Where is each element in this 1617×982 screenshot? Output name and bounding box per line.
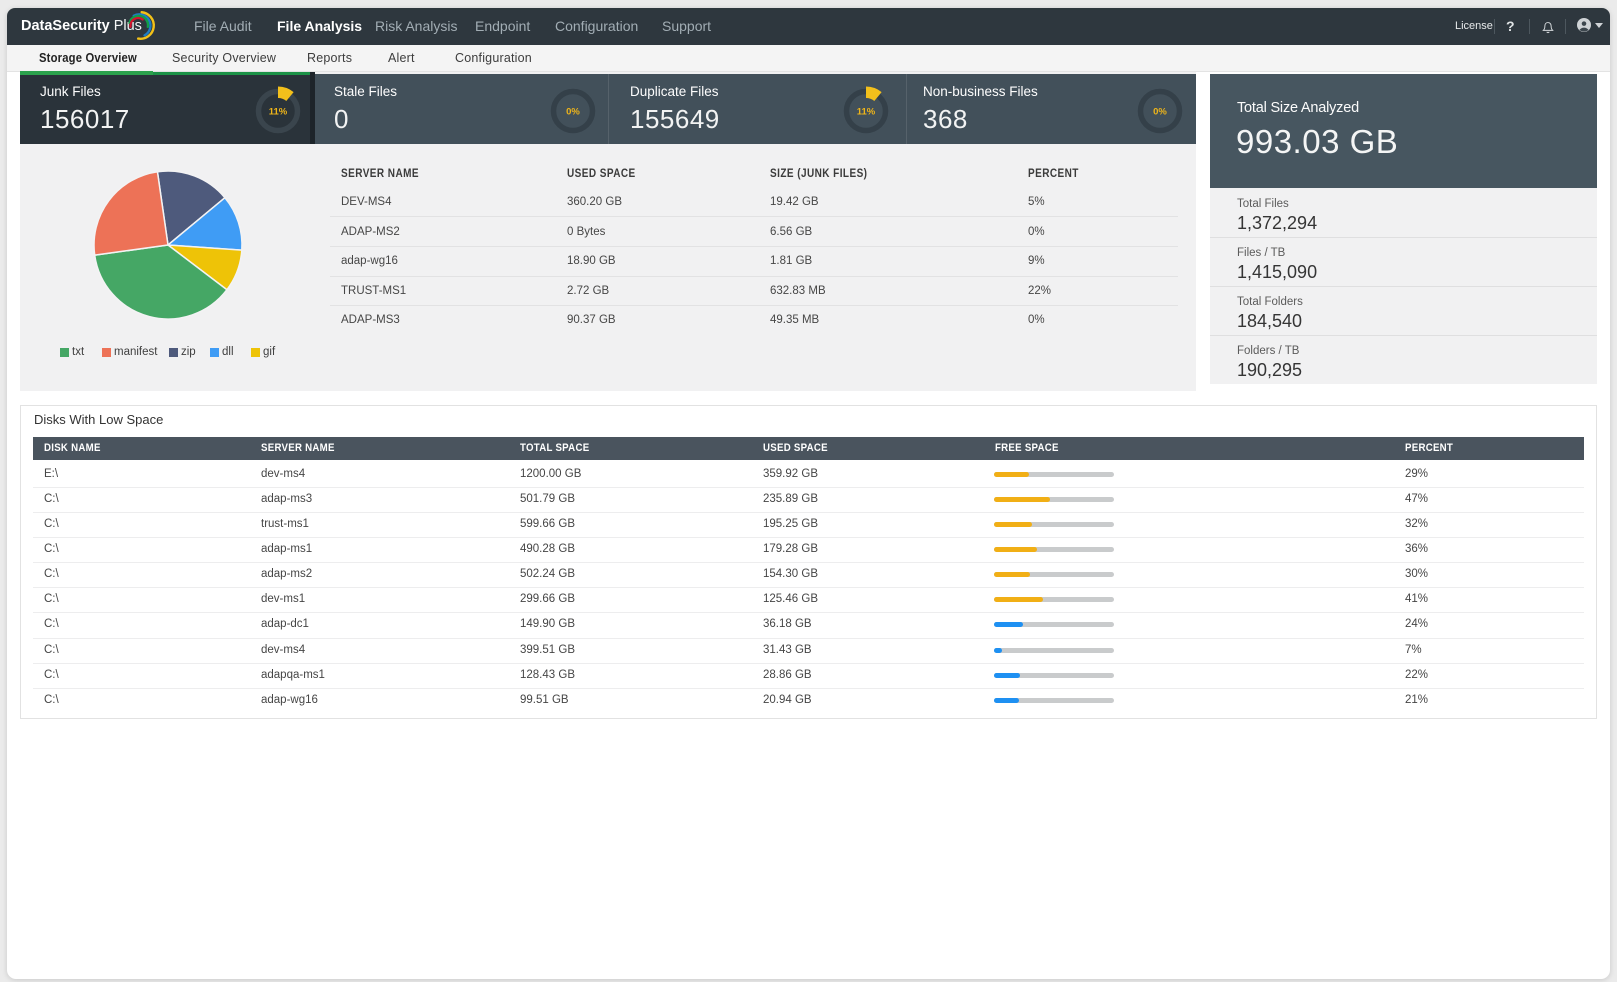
svg-text:11%: 11% xyxy=(269,107,288,118)
svg-text:0%: 0% xyxy=(1153,107,1167,118)
svg-text:11%: 11% xyxy=(857,107,876,118)
svg-text:0%: 0% xyxy=(566,107,580,118)
